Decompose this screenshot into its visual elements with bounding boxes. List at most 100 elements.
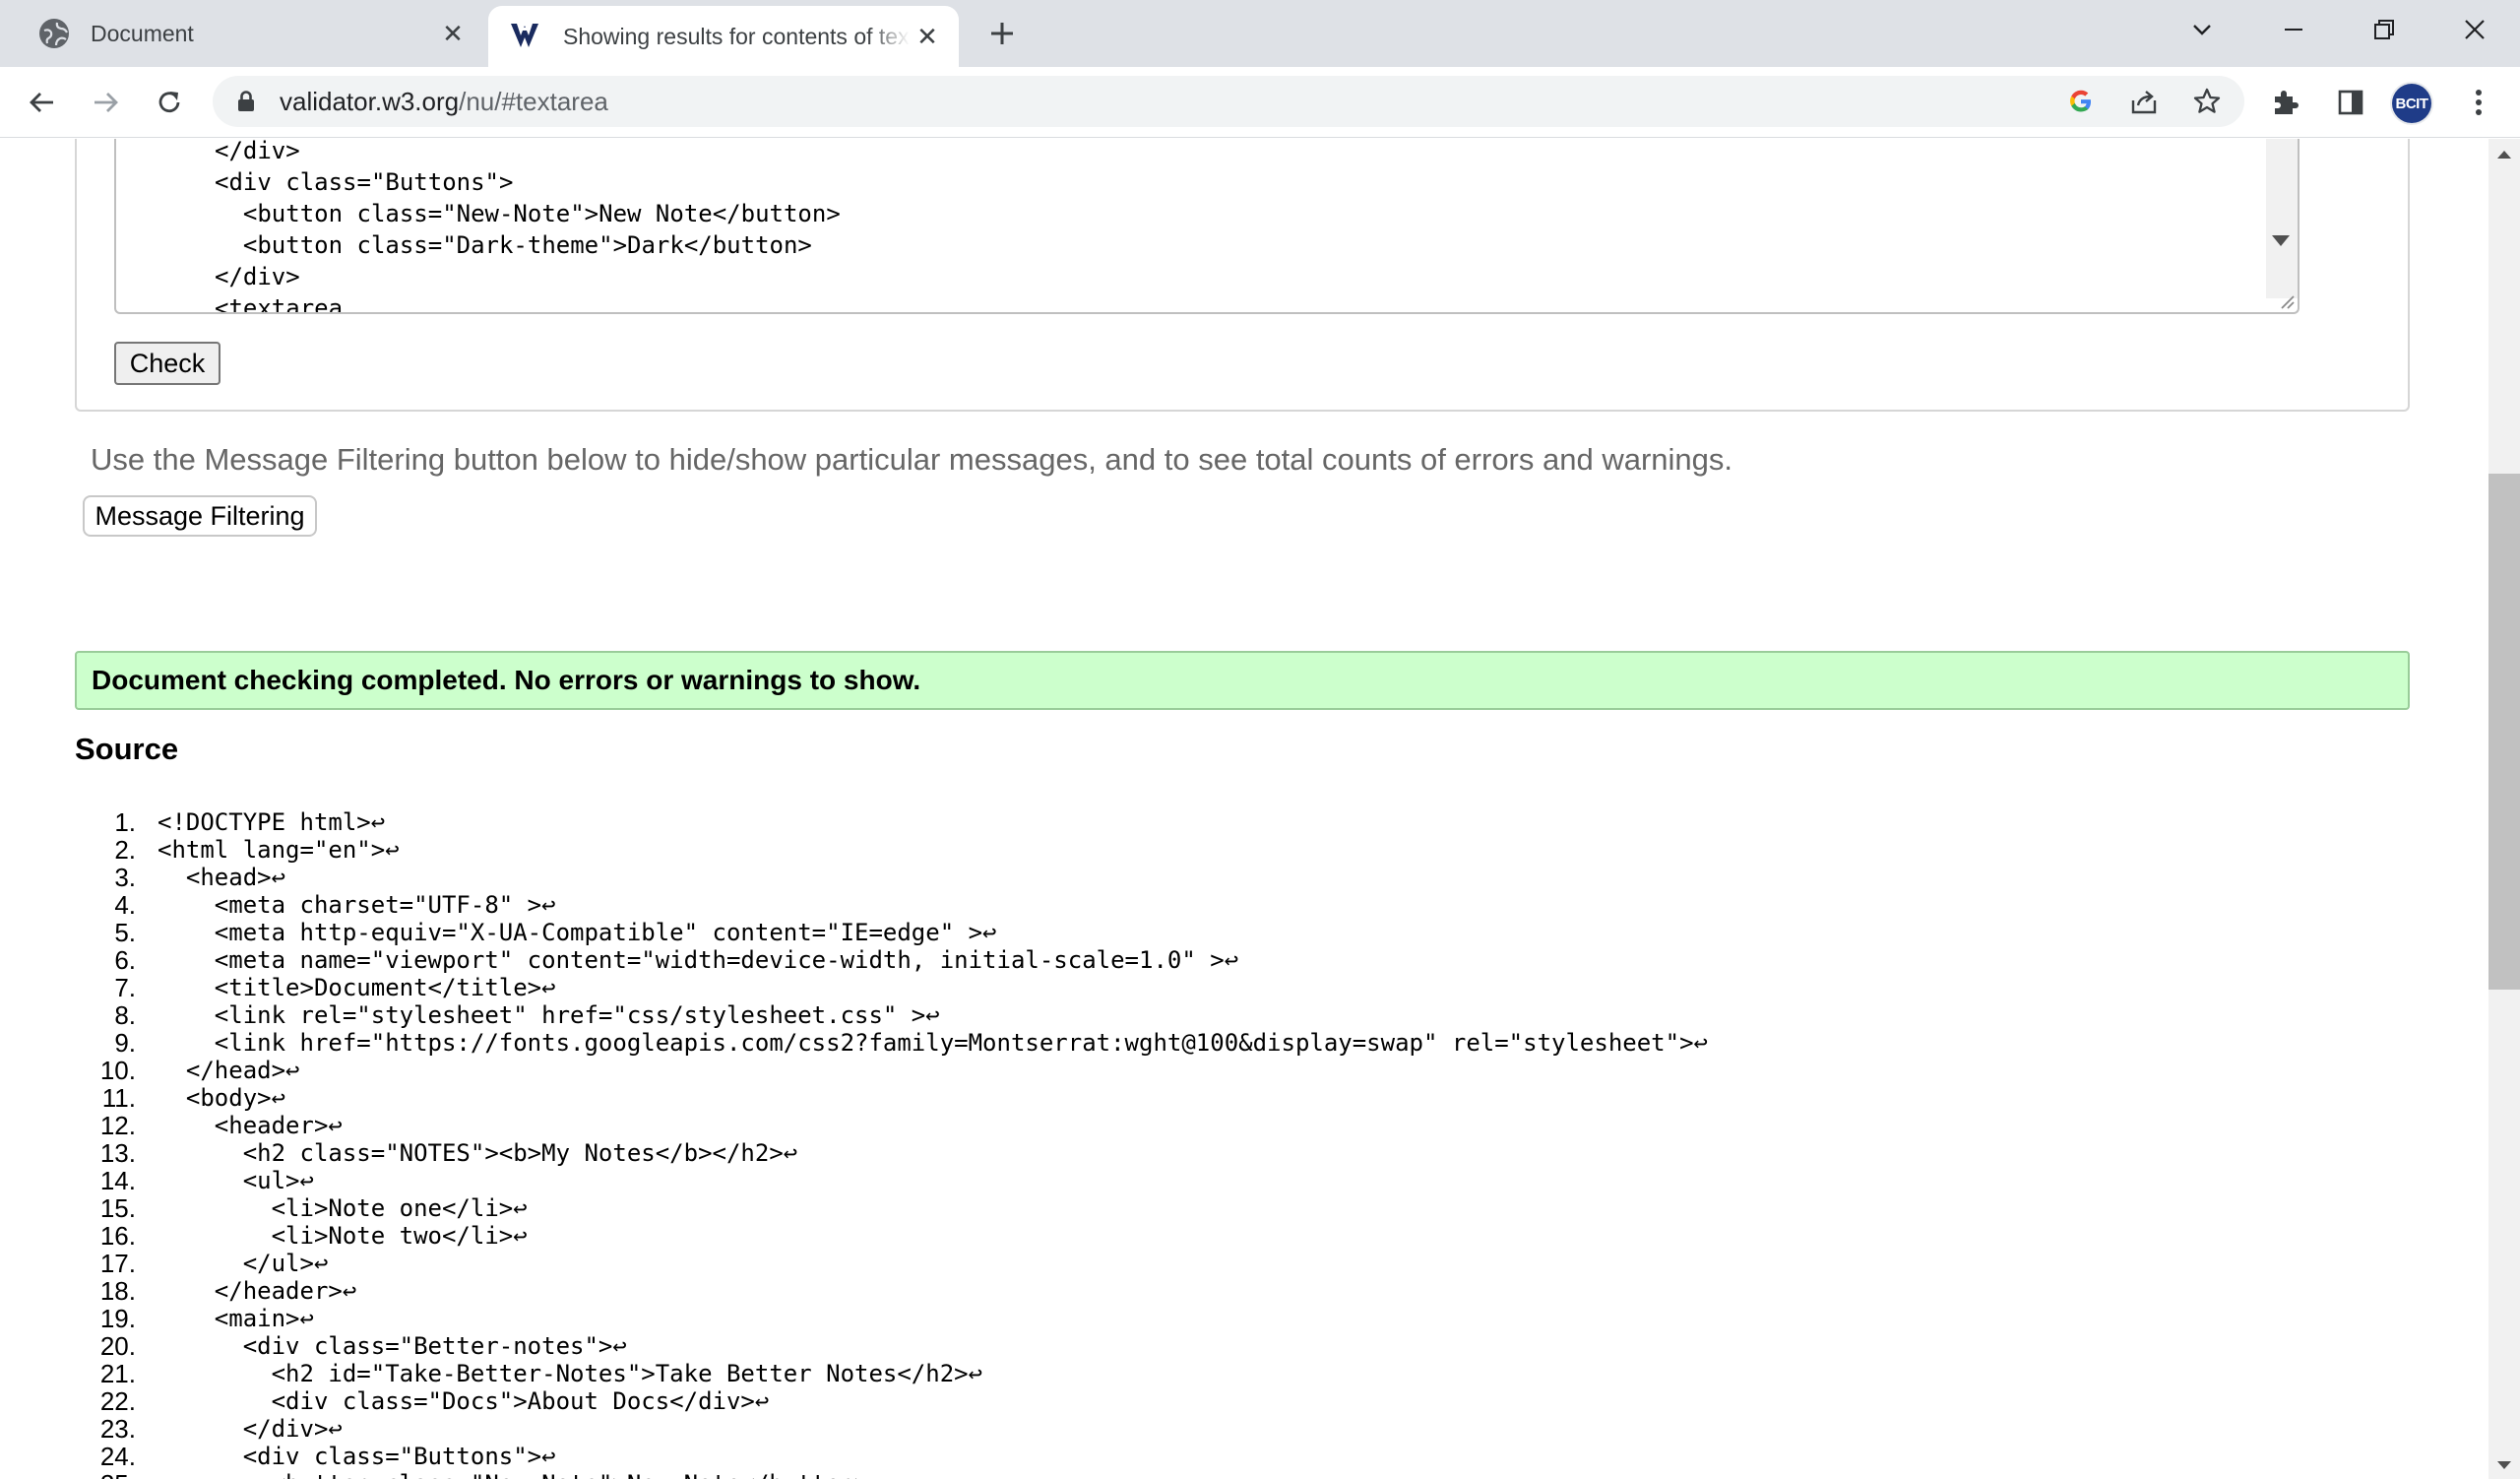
url-text[interactable]: validator.w3.org/nu/#textarea: [280, 76, 608, 127]
source-line: 14. <ul>↩: [75, 1167, 2240, 1194]
line-code: <body>↩: [158, 1084, 286, 1112]
source-line: 13. <h2 class="NOTES"><b>My Notes</b></h…: [75, 1139, 2240, 1167]
textarea-scrollbar[interactable]: [2266, 139, 2298, 298]
line-code: </head>↩: [158, 1057, 300, 1084]
back-button[interactable]: [20, 81, 63, 124]
line-number: 4.: [114, 890, 136, 920]
line-code: <li>Note one</li>↩: [158, 1194, 528, 1222]
source-line: 18. </header>↩: [75, 1277, 2240, 1305]
textarea-line: <button class="Dark-theme">Dark</button>: [215, 231, 812, 259]
side-panel-button[interactable]: [2329, 81, 2372, 124]
line-number: 21.: [99, 1359, 136, 1388]
close-icon[interactable]: ✕: [910, 19, 945, 54]
source-textarea[interactable]: </div> <div class="Buttons"> <button cla…: [114, 139, 2300, 314]
message-filtering-button[interactable]: Message Filtering: [83, 495, 317, 537]
line-number: 25.: [75, 1470, 158, 1479]
line-code: <meta name="viewport" content="width=dev…: [158, 946, 1239, 974]
page-viewport: </div> <div class="Buttons"> <button cla…: [0, 139, 2488, 1479]
source-line: 11. <body>↩: [75, 1084, 2240, 1112]
source-line: 25. <button class="New-Note">New Note</b…: [75, 1470, 2240, 1479]
textarea-line: <button class="New-Note">New Note</butto…: [215, 200, 841, 227]
source-line: 16. <li>Note two</li>↩: [75, 1222, 2240, 1250]
url-path: /nu/#textarea: [459, 87, 608, 116]
plus-icon: [991, 23, 1013, 44]
minimize-icon: [2285, 29, 2302, 31]
url-host: validator.w3.org: [280, 87, 460, 116]
google-lens-button[interactable]: [2063, 84, 2099, 119]
browser-menu-button[interactable]: [2457, 81, 2500, 124]
kebab-menu-icon: [2476, 90, 2482, 115]
close-icon[interactable]: ✕: [435, 16, 471, 51]
browser-toolbar: validator.w3.org/nu/#textarea BCIT: [0, 67, 2520, 138]
restore-icon: [2374, 20, 2394, 39]
extensions-button[interactable]: [2264, 81, 2307, 124]
source-heading: Source: [75, 732, 179, 766]
textarea-line: <textarea: [215, 294, 344, 314]
tab-validator-results[interactable]: Showing results for contents of text-inp…: [488, 6, 959, 67]
line-code: <main>↩: [158, 1305, 314, 1332]
globe-icon: [39, 19, 69, 48]
line-number: 22.: [99, 1386, 136, 1416]
bookmark-button[interactable]: [2189, 84, 2225, 119]
source-line: 24. <div class="Buttons">↩: [75, 1443, 2240, 1470]
line-code: <ul>↩: [158, 1167, 314, 1194]
arrow-right-icon: [94, 93, 118, 112]
tab-strip: Document ✕ Showing results for contents …: [0, 0, 2520, 67]
line-number: 10.: [99, 1056, 136, 1085]
source-line: 19. <main>↩: [75, 1305, 2240, 1332]
line-number: 16.: [99, 1221, 136, 1251]
check-button[interactable]: Check: [114, 342, 220, 385]
textarea-content: </div> <div class="Buttons"> <button cla…: [215, 139, 841, 314]
line-number: 15.: [99, 1193, 136, 1223]
source-line: 4. <meta charset="UTF-8" >↩: [75, 891, 2240, 919]
line-code: <!DOCTYPE html>↩: [158, 808, 386, 836]
tab-search-button[interactable]: [2166, 0, 2238, 59]
line-number: 3.: [114, 863, 136, 892]
scroll-up-arrow-icon[interactable]: [2488, 143, 2520, 166]
scroll-down-arrow-icon[interactable]: [2272, 235, 2290, 246]
line-code: <h2 id="Take-Better-Notes">Take Better N…: [158, 1360, 983, 1387]
source-line: 15. <li>Note one</li>↩: [75, 1194, 2240, 1222]
line-number: 18.: [99, 1276, 136, 1306]
line-code: <button class="New-Note">New Note</butto…: [158, 1470, 883, 1479]
forward-button[interactable]: [85, 81, 128, 124]
line-number: 5.: [114, 918, 136, 947]
line-code: <head>↩: [158, 864, 286, 891]
window-controls: [2166, 0, 2520, 59]
line-code: <link rel="stylesheet" href="css/stylesh…: [158, 1001, 940, 1029]
close-window-button[interactable]: [2429, 0, 2520, 59]
source-line: 17. </ul>↩: [75, 1250, 2240, 1277]
line-number: 8.: [114, 1000, 136, 1030]
scroll-thumb[interactable]: [2488, 474, 2520, 990]
minimize-button[interactable]: [2248, 0, 2339, 59]
arrow-left-icon: [30, 93, 53, 112]
new-tab-button[interactable]: [980, 12, 1024, 55]
side-panel-icon: [2338, 90, 2363, 115]
source-line: 10. </head>↩: [75, 1057, 2240, 1084]
line-code: <link href="https://fonts.googleapis.com…: [158, 1029, 1708, 1057]
resize-handle-icon[interactable]: [2276, 290, 2296, 310]
page-scrollbar[interactable]: [2488, 139, 2520, 1479]
source-line: 8. <link rel="stylesheet" href="css/styl…: [75, 1001, 2240, 1029]
close-icon: [2465, 20, 2485, 39]
line-number: 1.: [114, 807, 136, 837]
source-line: 5. <meta http-equiv="X-UA-Compatible" co…: [75, 919, 2240, 946]
tab-title: Document: [91, 20, 194, 46]
textarea-line: </div>: [215, 263, 300, 290]
reload-button[interactable]: [148, 81, 191, 124]
textarea-line: <div class="Buttons">: [215, 168, 514, 196]
line-number: 9.: [114, 1028, 136, 1058]
tab-document[interactable]: Document ✕: [0, 0, 484, 67]
line-number: 17.: [99, 1249, 136, 1278]
line-code: <div class="Buttons">↩: [158, 1443, 556, 1470]
source-line: 9. <link href="https://fonts.googleapis.…: [75, 1029, 2240, 1057]
share-button[interactable]: [2126, 84, 2162, 119]
address-bar[interactable]: validator.w3.org/nu/#textarea: [213, 76, 2244, 127]
source-line: 6. <meta name="viewport" content="width=…: [75, 946, 2240, 974]
restore-button[interactable]: [2339, 0, 2429, 59]
lock-icon[interactable]: [234, 90, 258, 113]
profile-avatar[interactable]: BCIT: [2392, 84, 2431, 123]
scroll-down-arrow-icon[interactable]: [2488, 1453, 2520, 1477]
line-code: </ul>↩: [158, 1250, 329, 1277]
w3c-validator-icon: [508, 20, 541, 53]
